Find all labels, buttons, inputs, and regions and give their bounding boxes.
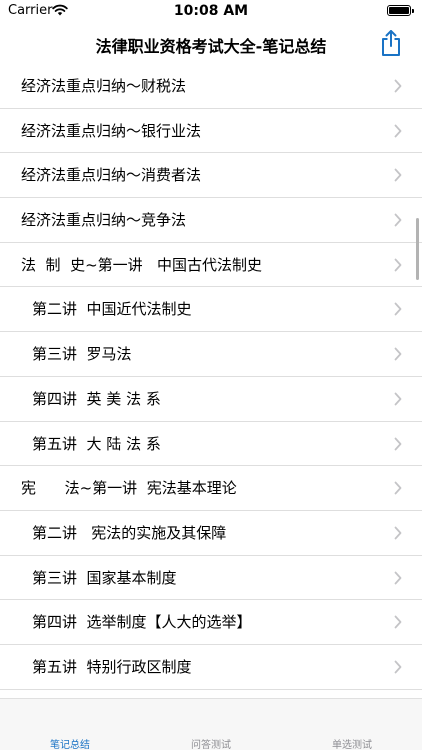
list-item-label: 第二讲 宪法的实施及其保障 [32, 523, 227, 542]
list-item[interactable]: 第三讲 罗马法 [0, 332, 422, 377]
list-item-label: 经济法重点归纳～消费者法 [21, 166, 202, 185]
list-item[interactable]: 经济法重点归纳～消费者法 [0, 153, 422, 199]
chevron-right-icon [394, 79, 402, 93]
chevron-right-icon [394, 392, 402, 406]
chevron-right-icon [394, 660, 402, 674]
share-icon[interactable] [380, 29, 402, 57]
list-item[interactable]: 第五讲 特别行政区制度 [0, 645, 422, 690]
chevron-right-icon [394, 437, 402, 450]
chevron-right-icon [394, 571, 402, 584]
chevron-right-icon [394, 124, 402, 138]
list-item[interactable]: 法 制 史~第一讲 中国古代法制史 [0, 243, 422, 288]
navigation-bar: 法律职业资格考试大全-笔记总结 [0, 24, 422, 64]
list-item[interactable]: 经济法重点归纳～竞争法 [0, 198, 422, 243]
chevron-right-icon [394, 481, 402, 495]
status-bar: Carrier 10:08 AM [0, 0, 422, 24]
battery-icon [387, 5, 414, 16]
list-item[interactable]: 经济法重点归纳～银行业法 [0, 109, 422, 154]
list-item-label: 法 制 史~第一讲 中国古代法制史 [21, 255, 262, 274]
notes-list[interactable]: 经济法重点归纳～财税法 经济法重点归纳～银行业法 经济法重点归纳～消费者法 经济法重点… [0, 64, 422, 698]
tab-label: 问答测试 [191, 740, 231, 751]
list-item-label: 第五讲 特别行政区制度 [32, 657, 192, 676]
list-item-label: 第二讲 中国近代法制史 [32, 300, 192, 319]
list-item[interactable]: 第二讲 中国近代法制史 [0, 287, 422, 333]
scrollbar[interactable] [416, 218, 419, 280]
list-item-label: 经济法重点归纳～财税法 [21, 77, 187, 95]
list-item[interactable]: 第四讲 选举制度【人大的选举】 [0, 600, 422, 645]
tab-qa-test[interactable]: 问答测试 [141, 699, 281, 751]
list-item-label: 宪 法~第一讲 宪法基本理论 [21, 479, 237, 498]
list-item[interactable]: 第四讲 英 美 法 系 [0, 377, 422, 422]
list-item[interactable]: 经济法重点归纳～财税法 [0, 64, 422, 109]
chevron-right-icon [394, 347, 402, 361]
list-item-label: 经济法重点归纳～竞争法 [21, 211, 187, 230]
list-item[interactable]: 第二讲 宪法的实施及其保障 [0, 511, 422, 556]
tab-label: 笔记总结 [50, 740, 90, 751]
chevron-right-icon [394, 213, 402, 227]
list-item[interactable]: 第三讲 国家基本制度 [0, 556, 422, 601]
list-item[interactable]: 第五讲 大 陆 法 系 [0, 422, 422, 467]
list-item-label: 第三讲 罗马法 [32, 345, 132, 364]
list-item-label: 第四讲 选举制度【人大的选举】 [32, 613, 252, 632]
list-item-label: 第五讲 大 陆 法 系 [32, 434, 161, 453]
list-item-label: 第三讲 国家基本制度 [32, 568, 177, 587]
chevron-right-icon [394, 303, 402, 316]
tab-notes[interactable]: 笔记总结 [0, 699, 140, 751]
tab-bar: 笔记总结 问答测试 单选测试 [0, 698, 422, 751]
chevron-right-icon [394, 258, 402, 272]
chevron-right-icon [394, 168, 402, 182]
page-title: 法律职业资格考试大全-笔记总结 [95, 37, 327, 56]
tab-label: 单选测试 [332, 740, 372, 751]
list-item-label: 第四讲 英 美 法 系 [32, 389, 161, 408]
list-item-label: 经济法重点归纳～银行业法 [21, 121, 202, 140]
list-item[interactable]: 宪 法~第一讲 宪法基本理论 [0, 466, 422, 511]
clock: 10:08 AM [173, 3, 249, 19]
tab-single-choice-test[interactable]: 单选测试 [282, 699, 422, 751]
chevron-right-icon [394, 526, 402, 540]
chevron-right-icon [394, 615, 402, 629]
